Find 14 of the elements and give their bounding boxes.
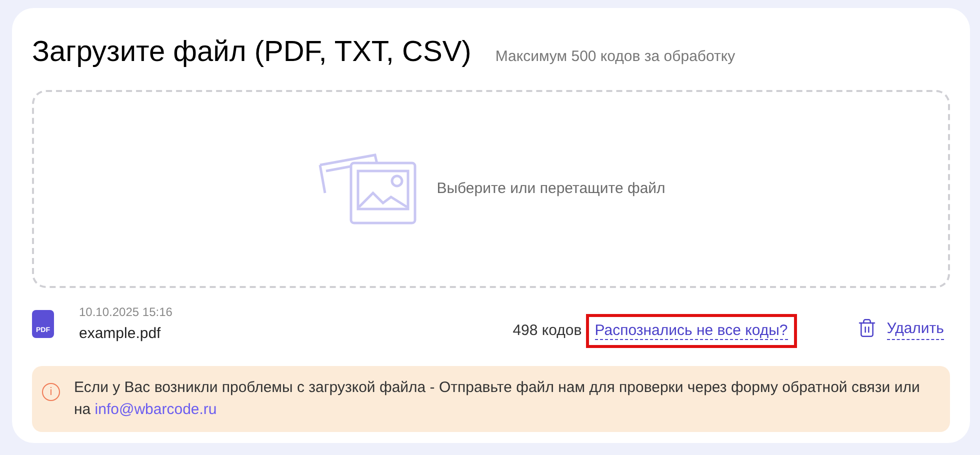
- file-dropzone[interactable]: Выберите или перетащите файл: [32, 90, 950, 288]
- file-date: 10.10.2025 15:16: [79, 304, 172, 320]
- file-name: example.pdf: [79, 324, 162, 344]
- image-icon: [316, 153, 417, 225]
- notice-text: Если у Вас возникли проблемы с загрузкой файла - Отправьте файл нам для проверки через форму обратной связи или на info@wbarcode.ru: [74, 378, 921, 420]
- page-title: Загрузите файл (PDF, TXT, CSV): [32, 35, 472, 70]
- info-icon: i: [42, 383, 60, 401]
- email-link[interactable]: info@wbarcode.ru: [94, 401, 217, 418]
- code-count: 498 кодов: [512, 320, 582, 341]
- limit-note: Максимум 500 кодов за обработку: [495, 47, 736, 67]
- delete-link[interactable]: Удалить: [886, 318, 944, 340]
- recognition-link[interactable]: Распознались не все коды?: [586, 314, 797, 348]
- dropzone-prompt: Выберите или перетащите файл: [436, 178, 666, 199]
- trash-icon[interactable]: [856, 317, 877, 339]
